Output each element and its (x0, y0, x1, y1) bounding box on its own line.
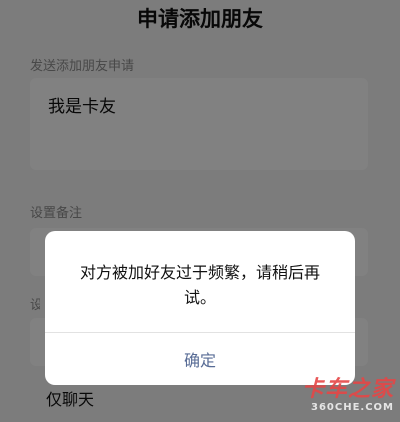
watermark-sub-text: 360CHE.COM (310, 402, 394, 413)
alert-dialog: 对方被加好友过于频繁，请稍后再试。 确定 (45, 231, 355, 385)
watermark-logo: 卡车之家 360CHE.COM (274, 378, 394, 418)
dialog-message: 对方被加好友过于频繁，请稍后再试。 (79, 263, 320, 307)
watermark-main-text: 卡车之家 (301, 377, 394, 402)
